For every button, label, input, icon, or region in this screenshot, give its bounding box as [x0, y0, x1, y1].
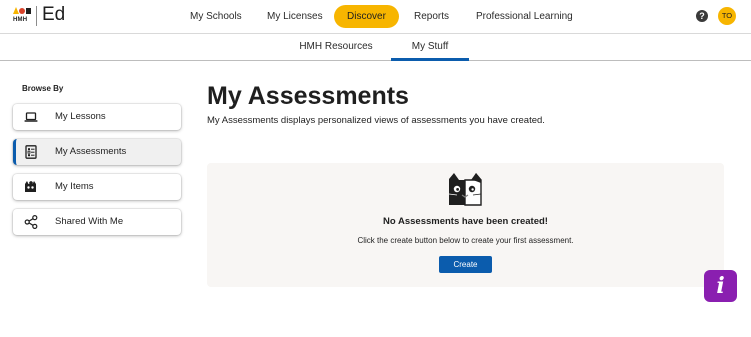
nav-discover[interactable]: Discover [334, 5, 399, 28]
sidebar-item-label: Shared With Me [55, 216, 124, 227]
logo-text: HMH [13, 17, 28, 23]
info-icon: i [716, 273, 725, 299]
sidebar-item-my-assessments[interactable]: My Assessments [13, 139, 181, 165]
sidebar-item-label: My Items [55, 181, 94, 192]
nav-reports[interactable]: Reports [414, 5, 449, 28]
create-button[interactable]: Create [439, 256, 492, 273]
page-description: My Assessments displays personalized vie… [207, 115, 545, 126]
share-icon [24, 215, 38, 229]
sidebar-item-label: My Assessments [55, 146, 127, 157]
nav-professional-learning[interactable]: Professional Learning [476, 5, 573, 28]
help-icon[interactable]: ? [696, 10, 708, 22]
empty-state-title: No Assessments have been created! [383, 216, 548, 227]
page-title: My Assessments [207, 82, 409, 110]
nav-my-schools[interactable]: My Schools [190, 5, 242, 28]
tab-my-stuff[interactable]: My Stuff [391, 34, 469, 61]
checklist-icon [25, 145, 37, 159]
laptop-icon [24, 112, 38, 122]
sidebar-item-shared-with-me[interactable]: Shared With Me [13, 209, 181, 235]
brand-name: Ed [42, 4, 66, 25]
empty-state-panel: No Assessments have been created! Click … [207, 163, 724, 287]
sidebar-item-label: My Lessons [55, 111, 106, 122]
avatar[interactable]: TO [718, 7, 736, 25]
sidebar-item-my-lessons[interactable]: My Lessons [13, 104, 181, 130]
cat-illustration-icon [448, 173, 482, 206]
logo-shapes-icon [13, 7, 31, 14]
top-bar: HMH Ed My Schools My Licenses Discover R… [0, 0, 751, 33]
logo-divider [36, 6, 37, 26]
tab-hmh-resources[interactable]: HMH Resources [296, 34, 376, 61]
empty-state-description: Click the create button below to create … [357, 236, 574, 245]
puzzle-icon [25, 181, 36, 192]
nav-my-licenses[interactable]: My Licenses [267, 5, 323, 28]
sidebar-item-my-items[interactable]: My Items [13, 174, 181, 200]
sidebar-heading: Browse By [22, 84, 64, 93]
sub-navigation: HMH Resources My Stuff [0, 33, 751, 61]
info-help-button[interactable]: i [704, 270, 737, 302]
hmh-logo[interactable]: HMH [12, 5, 32, 27]
